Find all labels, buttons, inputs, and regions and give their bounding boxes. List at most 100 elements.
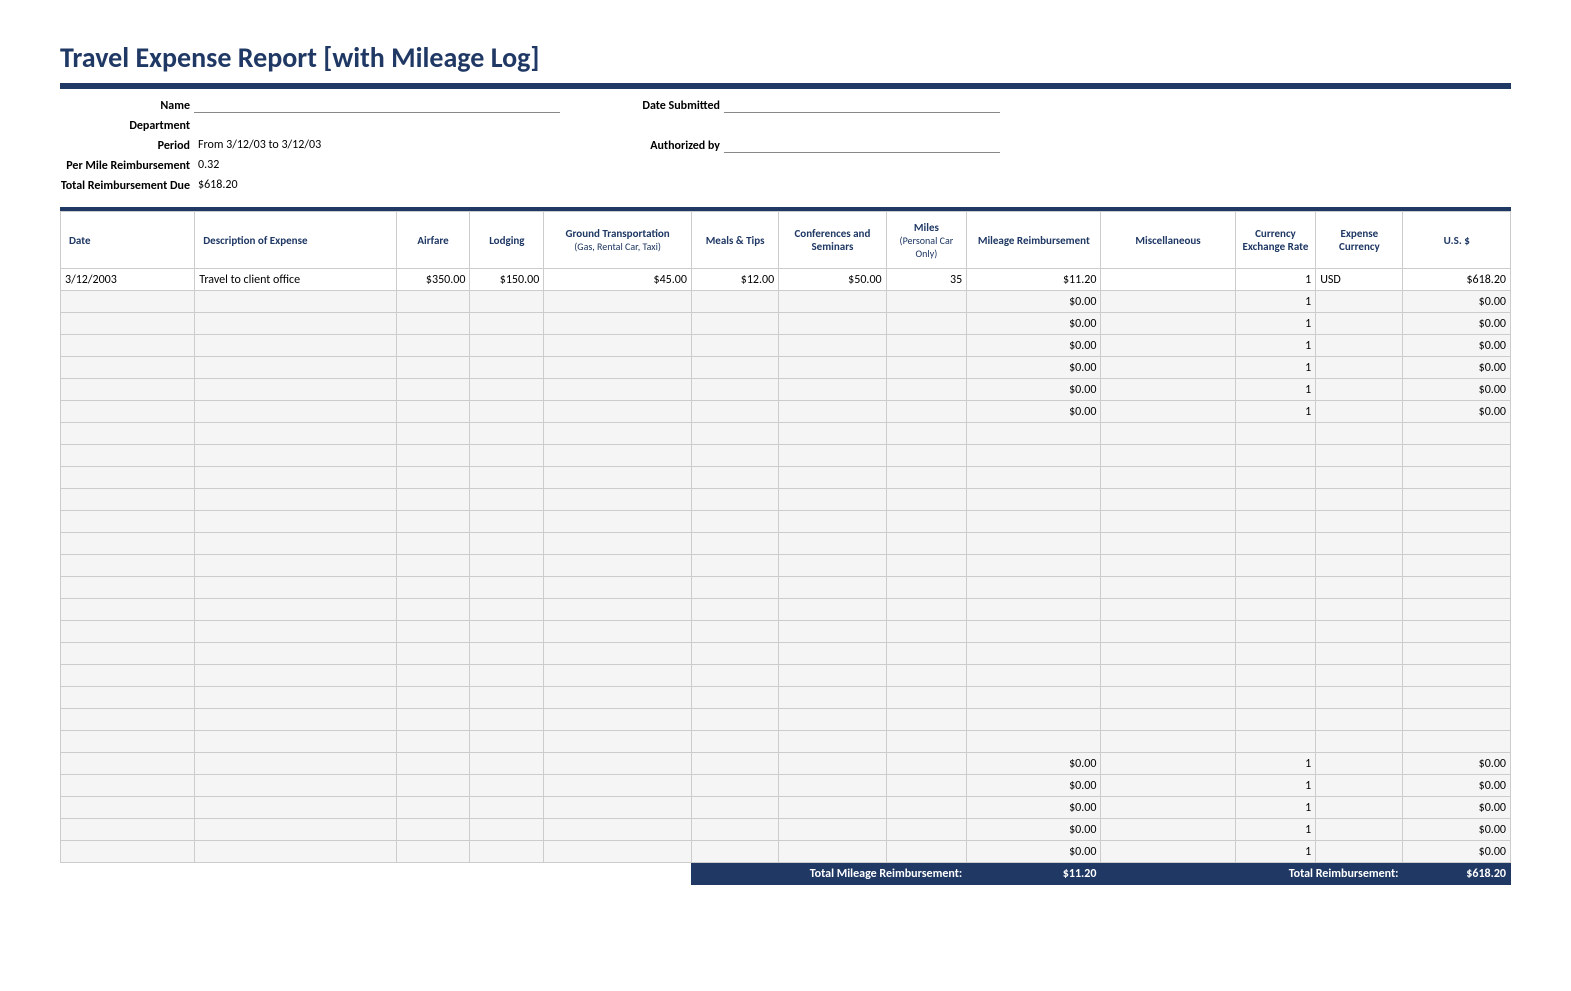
cell-conferences[interactable] bbox=[779, 533, 886, 555]
cell-us[interactable] bbox=[1403, 423, 1511, 445]
cell-miles[interactable] bbox=[886, 313, 967, 335]
cell-currency[interactable] bbox=[1316, 797, 1403, 819]
cell-us[interactable] bbox=[1403, 643, 1511, 665]
cell-lodging[interactable] bbox=[470, 357, 544, 379]
cell-mileage-reimb[interactable] bbox=[967, 555, 1101, 577]
cell-description[interactable] bbox=[195, 643, 396, 665]
cell-conferences[interactable] bbox=[779, 819, 886, 841]
cell-lodging[interactable] bbox=[470, 819, 544, 841]
cell-currency[interactable] bbox=[1316, 423, 1403, 445]
cell-conferences[interactable] bbox=[779, 753, 886, 775]
cell-meals[interactable] bbox=[691, 775, 778, 797]
cell-ground[interactable] bbox=[544, 599, 692, 621]
cell-ground[interactable] bbox=[544, 313, 692, 335]
cell-airfare[interactable] bbox=[396, 379, 470, 401]
cell-ground[interactable] bbox=[544, 709, 692, 731]
cell-mileage-reimb[interactable] bbox=[967, 687, 1101, 709]
cell-lodging[interactable] bbox=[470, 379, 544, 401]
cell-date[interactable] bbox=[61, 577, 195, 599]
cell-conferences[interactable] bbox=[779, 379, 886, 401]
cell-exchange[interactable] bbox=[1235, 577, 1316, 599]
cell-exchange[interactable] bbox=[1235, 665, 1316, 687]
cell-description[interactable] bbox=[195, 709, 396, 731]
cell-us[interactable]: $0.00 bbox=[1403, 775, 1511, 797]
cell-exchange[interactable] bbox=[1235, 709, 1316, 731]
cell-meals[interactable] bbox=[691, 533, 778, 555]
cell-us[interactable]: $0.00 bbox=[1403, 313, 1511, 335]
cell-lodging[interactable] bbox=[470, 401, 544, 423]
cell-miles[interactable] bbox=[886, 445, 967, 467]
cell-lodging[interactable] bbox=[470, 467, 544, 489]
cell-lodging[interactable] bbox=[470, 797, 544, 819]
cell-us[interactable] bbox=[1403, 687, 1511, 709]
cell-date[interactable]: 3/12/2003 bbox=[61, 269, 195, 291]
cell-date[interactable] bbox=[61, 313, 195, 335]
cell-date[interactable] bbox=[61, 357, 195, 379]
cell-conferences[interactable] bbox=[779, 467, 886, 489]
cell-ground[interactable] bbox=[544, 401, 692, 423]
cell-lodging[interactable] bbox=[470, 709, 544, 731]
cell-airfare[interactable] bbox=[396, 797, 470, 819]
cell-ground[interactable] bbox=[544, 841, 692, 863]
cell-airfare[interactable] bbox=[396, 687, 470, 709]
cell-us[interactable] bbox=[1403, 665, 1511, 687]
cell-miscellaneous[interactable] bbox=[1101, 797, 1235, 819]
cell-date[interactable] bbox=[61, 841, 195, 863]
cell-date[interactable] bbox=[61, 775, 195, 797]
cell-description[interactable] bbox=[195, 665, 396, 687]
cell-conferences[interactable]: $50.00 bbox=[779, 269, 886, 291]
cell-currency[interactable] bbox=[1316, 643, 1403, 665]
cell-currency[interactable] bbox=[1316, 313, 1403, 335]
cell-mileage-reimb[interactable]: $0.00 bbox=[967, 401, 1101, 423]
cell-miles[interactable] bbox=[886, 291, 967, 313]
cell-description[interactable] bbox=[195, 401, 396, 423]
cell-meals[interactable] bbox=[691, 643, 778, 665]
cell-lodging[interactable] bbox=[470, 577, 544, 599]
cell-currency[interactable] bbox=[1316, 621, 1403, 643]
cell-airfare[interactable] bbox=[396, 291, 470, 313]
cell-miles[interactable] bbox=[886, 797, 967, 819]
cell-mileage-reimb[interactable] bbox=[967, 731, 1101, 753]
cell-currency[interactable] bbox=[1316, 687, 1403, 709]
cell-airfare[interactable] bbox=[396, 599, 470, 621]
cell-conferences[interactable] bbox=[779, 665, 886, 687]
cell-description[interactable]: Travel to client office bbox=[195, 269, 396, 291]
cell-airfare[interactable] bbox=[396, 489, 470, 511]
cell-ground[interactable] bbox=[544, 577, 692, 599]
cell-currency[interactable] bbox=[1316, 753, 1403, 775]
cell-date[interactable] bbox=[61, 621, 195, 643]
cell-miscellaneous[interactable] bbox=[1101, 665, 1235, 687]
cell-airfare[interactable] bbox=[396, 643, 470, 665]
cell-miles[interactable]: 35 bbox=[886, 269, 967, 291]
cell-description[interactable] bbox=[195, 731, 396, 753]
cell-airfare[interactable] bbox=[396, 445, 470, 467]
cell-airfare[interactable] bbox=[396, 753, 470, 775]
cell-airfare[interactable] bbox=[396, 335, 470, 357]
cell-miscellaneous[interactable] bbox=[1101, 753, 1235, 775]
cell-currency[interactable] bbox=[1316, 533, 1403, 555]
cell-miscellaneous[interactable] bbox=[1101, 291, 1235, 313]
cell-exchange[interactable] bbox=[1235, 489, 1316, 511]
cell-exchange[interactable] bbox=[1235, 423, 1316, 445]
cell-meals[interactable] bbox=[691, 753, 778, 775]
cell-description[interactable] bbox=[195, 577, 396, 599]
cell-airfare[interactable] bbox=[396, 401, 470, 423]
cell-miles[interactable] bbox=[886, 709, 967, 731]
cell-exchange[interactable]: 1 bbox=[1235, 841, 1316, 863]
cell-lodging[interactable] bbox=[470, 753, 544, 775]
cell-currency[interactable] bbox=[1316, 489, 1403, 511]
cell-conferences[interactable] bbox=[779, 423, 886, 445]
cell-conferences[interactable] bbox=[779, 335, 886, 357]
cell-ground[interactable] bbox=[544, 467, 692, 489]
cell-mileage-reimb[interactable] bbox=[967, 489, 1101, 511]
cell-miles[interactable] bbox=[886, 511, 967, 533]
cell-miscellaneous[interactable] bbox=[1101, 621, 1235, 643]
cell-exchange[interactable]: 1 bbox=[1235, 335, 1316, 357]
cell-us[interactable] bbox=[1403, 709, 1511, 731]
cell-date[interactable] bbox=[61, 335, 195, 357]
cell-miles[interactable] bbox=[886, 357, 967, 379]
cell-lodging[interactable] bbox=[470, 731, 544, 753]
cell-ground[interactable] bbox=[544, 555, 692, 577]
cell-description[interactable] bbox=[195, 555, 396, 577]
cell-lodging[interactable] bbox=[470, 687, 544, 709]
